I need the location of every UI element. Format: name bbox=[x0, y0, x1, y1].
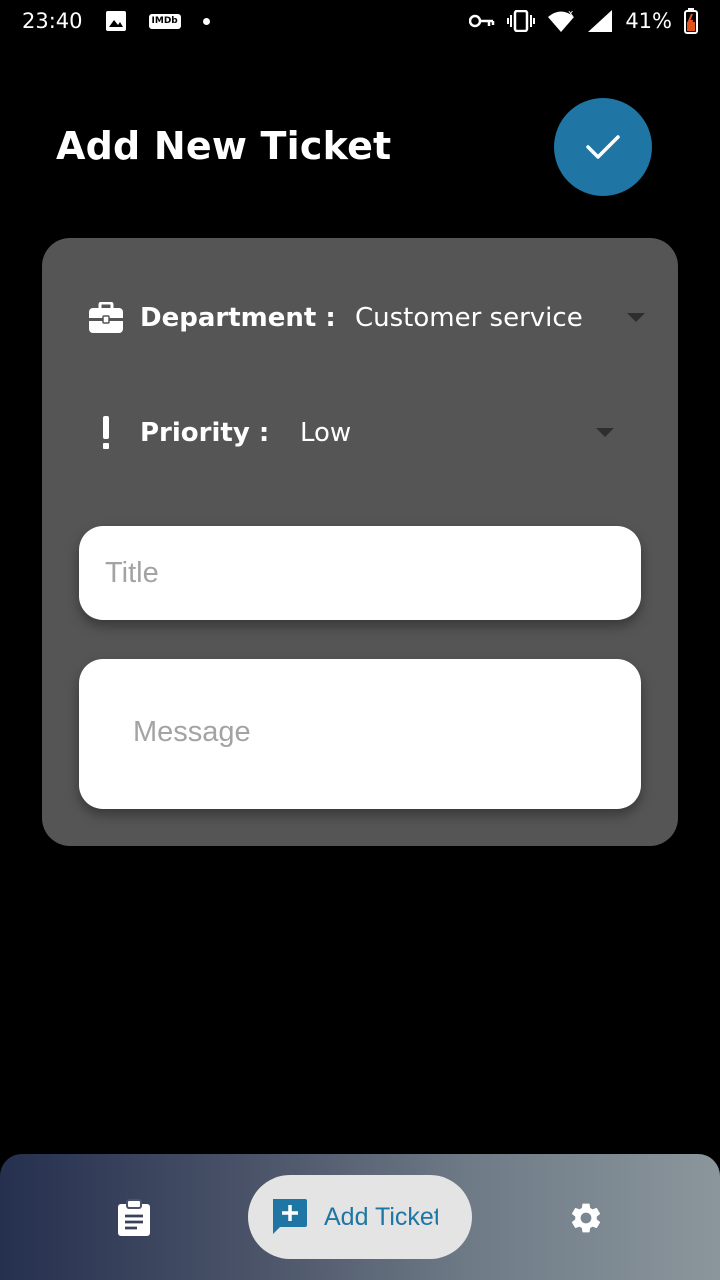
notification-dot-icon bbox=[202, 17, 210, 25]
status-time: 23:40 bbox=[22, 9, 83, 33]
page-title: Add New Ticket bbox=[56, 124, 392, 168]
imdb-icon: IMDb bbox=[148, 13, 181, 29]
gear-icon bbox=[571, 1203, 601, 1233]
vpn-key-icon bbox=[469, 13, 495, 29]
priority-row: Priority : Low bbox=[42, 408, 678, 458]
confirm-button[interactable] bbox=[554, 98, 652, 196]
battery-icon bbox=[684, 8, 698, 34]
add-comment-icon bbox=[273, 1199, 307, 1234]
image-icon bbox=[105, 10, 127, 32]
caret-down-icon bbox=[596, 428, 614, 437]
department-dropdown[interactable]: Customer service bbox=[355, 293, 645, 343]
check-icon bbox=[586, 135, 620, 159]
caret-down-icon bbox=[627, 313, 645, 322]
department-row: Department : Customer service bbox=[42, 293, 678, 343]
svg-text:x: x bbox=[568, 9, 574, 19]
nav-tickets[interactable] bbox=[108, 1192, 160, 1244]
priority-dropdown[interactable]: Low bbox=[300, 408, 616, 458]
wifi-icon: x bbox=[547, 9, 575, 33]
nav-add-ticket[interactable]: Add Ticket bbox=[248, 1175, 472, 1259]
ticket-form-card: Department : Customer service Priority :… bbox=[42, 238, 678, 846]
signal-icon bbox=[587, 9, 613, 33]
exclamation-icon bbox=[86, 413, 126, 453]
bottom-navigation: Add Ticket bbox=[0, 1154, 720, 1280]
battery-percentage: 41% bbox=[625, 9, 672, 33]
clipboard-list-icon bbox=[118, 1199, 150, 1236]
status-bar-right: x 41% bbox=[469, 8, 698, 34]
department-selected-value: Customer service bbox=[355, 303, 583, 333]
priority-selected-value: Low bbox=[300, 418, 352, 448]
add-ticket-screen: 23:40 IMDb x 41% Add New Ticket Departme… bbox=[0, 0, 720, 1280]
priority-label: Priority : bbox=[140, 418, 270, 448]
status-bar: 23:40 IMDb x 41% bbox=[0, 0, 720, 42]
nav-add-ticket-label: Add Ticket bbox=[324, 1202, 438, 1231]
nav-settings[interactable] bbox=[558, 1190, 614, 1246]
title-input[interactable] bbox=[79, 526, 641, 620]
imdb-badge-text: IMDb bbox=[148, 13, 181, 29]
vibrate-icon bbox=[507, 10, 536, 32]
status-bar-left: 23:40 IMDb bbox=[22, 9, 210, 33]
briefcase-icon bbox=[86, 298, 126, 338]
message-input[interactable] bbox=[79, 659, 641, 809]
department-label: Department : bbox=[140, 303, 336, 333]
